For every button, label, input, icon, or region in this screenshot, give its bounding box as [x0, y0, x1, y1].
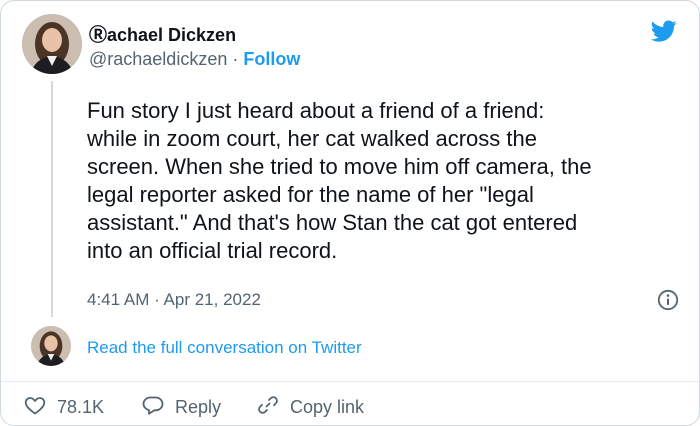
tweet-text: Fun story I just heard about a friend of… — [87, 98, 592, 263]
author-avatar[interactable] — [22, 14, 82, 74]
speech-bubble-icon — [141, 393, 165, 422]
separator-dot: · — [232, 49, 239, 69]
author-handle[interactable]: @rachaeldickzen — [89, 49, 227, 69]
like-count: 78.1K — [57, 397, 105, 417]
twitter-bird-icon[interactable] — [649, 18, 679, 44]
info-icon[interactable] — [657, 289, 679, 311]
author-name[interactable]: Ⓡachael Dickzen — [89, 21, 236, 47]
reply-label: Reply — [175, 397, 222, 417]
read-full-conversation-link[interactable]: Read the full conversation on Twitter — [87, 338, 362, 358]
author-handle-row: @rachaeldickzen · Follow — [89, 49, 300, 70]
actions-divider — [1, 381, 699, 382]
author-avatar-small[interactable] — [31, 326, 71, 366]
like-button[interactable]: 78.1K — [23, 393, 104, 422]
heart-icon — [23, 393, 47, 422]
embedded-tweet-card: Ⓡachael Dickzen @rachaeldickzen · Follow… — [0, 0, 700, 426]
reply-button[interactable]: Reply — [141, 393, 221, 422]
copy-link-button[interactable]: Copy link — [256, 393, 364, 422]
follow-button[interactable]: Follow — [243, 49, 300, 69]
copy-link-label: Copy link — [290, 397, 365, 417]
link-icon — [256, 393, 280, 422]
thread-connector-line — [51, 81, 53, 317]
tweet-timestamp[interactable]: 4:41 AM · Apr 21, 2022 — [87, 290, 261, 310]
